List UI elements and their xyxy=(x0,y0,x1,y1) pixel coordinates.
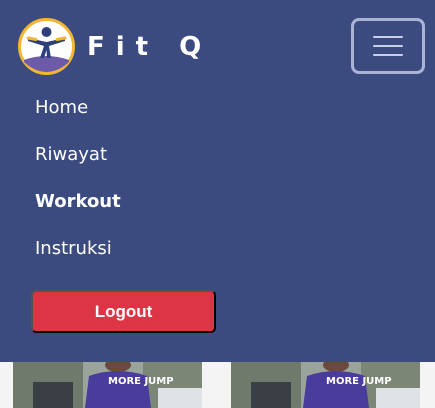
menu-toggle-button[interactable] xyxy=(351,18,425,74)
hamburger-menu-icon xyxy=(373,36,403,38)
yoga-figure-icon xyxy=(18,18,75,75)
shirt-text-1: MORE JUMP xyxy=(108,376,174,387)
logout-button[interactable]: Logout xyxy=(31,290,216,333)
nav-item-home[interactable]: Home xyxy=(35,95,121,142)
nav-menu: Home Riwayat Workout Instruksi xyxy=(35,95,121,283)
brand-name: Fit Q xyxy=(87,31,213,62)
workout-photo-1[interactable]: MORE JUMP xyxy=(13,362,202,408)
brand[interactable]: Fit Q xyxy=(18,18,212,75)
workout-photo-image: MORE JUMP xyxy=(231,362,420,408)
workout-photo-image: MORE JUMP xyxy=(13,362,202,408)
workout-photo-2[interactable]: MORE JUMP xyxy=(231,362,420,408)
workout-cards: MORE JUMP MORE JUMP xyxy=(0,362,435,408)
shirt-text-2: MORE JUMP xyxy=(326,376,392,387)
navbar: Fit Q Home Riwayat Workout Instruksi Log… xyxy=(0,0,435,362)
hamburger-menu-icon-bar xyxy=(373,45,403,47)
nav-item-workout[interactable]: Workout xyxy=(35,189,121,236)
hamburger-menu-icon-bar xyxy=(373,54,403,56)
nav-item-instruksi[interactable]: Instruksi xyxy=(35,236,121,283)
nav-item-riwayat[interactable]: Riwayat xyxy=(35,142,121,189)
